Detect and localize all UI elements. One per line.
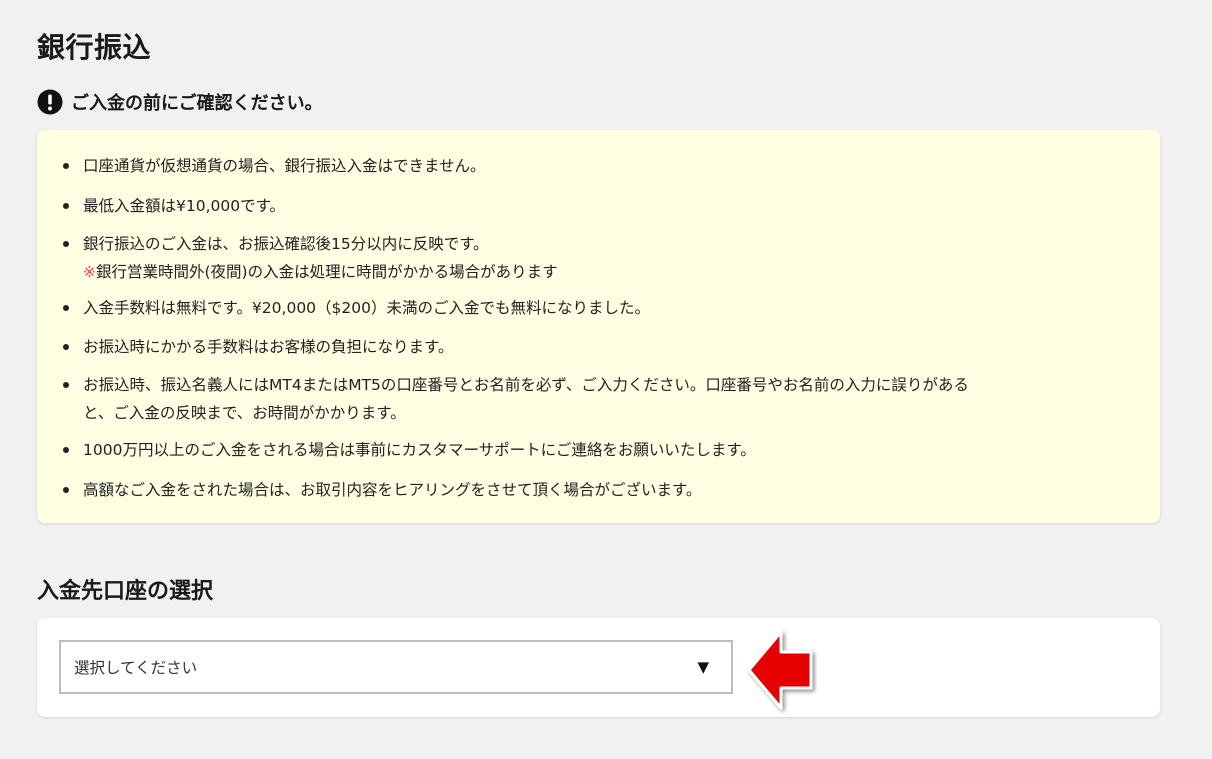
page-title: 銀行振込 — [37, 31, 152, 64]
notice-item-currency: 口座通貨が仮想通貨の場合、銀行振込入金はできません。 — [63, 152, 486, 180]
red-arrow-left-icon — [747, 630, 813, 710]
notice-item-minimum: 最低入金額は¥10,000です。 — [62, 192, 285, 220]
notice-item-reflection: 銀行振込のご入金は、お振込確認後15分以内に反映です。 ※銀行営業時間外(夜間)… — [63, 230, 558, 286]
account-select-value: 選択してください — [74, 659, 198, 677]
notice-heading: ご入金の前にご確認ください。 — [37, 89, 323, 115]
notice-item-remitter-name: お振込時、振込名義人にはMT4またはMT5の口座番号とお名前を必ず、ご入力くださ… — [63, 371, 969, 427]
notice-heading-text: ご入金の前にご確認ください。 — [71, 93, 323, 114]
caret-down-icon: ▼ — [697, 658, 709, 676]
account-select[interactable]: 選択してください ▼ — [59, 640, 733, 694]
notice-item-reflection-note: ※銀行営業時間外(夜間)の入金は処理に時間がかかる場合があります — [83, 263, 558, 281]
notice-box: 口座通貨が仮想通貨の場合、銀行振込入金はできません。 最低入金額は¥10,000… — [37, 130, 1160, 523]
notice-item-fee-free: 入金手数料は無料です。¥20,000（$200）未満のご入金でも無料になりました… — [63, 294, 650, 322]
notice-item-hearing: 高額なご入金をされた場合は、お取引内容をヒアリングをさせて頂く場合がございます。 — [62, 476, 701, 504]
exclamation-circle-icon — [37, 89, 63, 115]
account-section-title: 入金先口座の選択 — [37, 579, 214, 604]
notice-item-transfer-fee: お振込時にかかる手数料はお客様の負担になります。 — [62, 333, 453, 361]
account-select-card: 選択してください ▼ — [37, 618, 1160, 717]
notice-item-large-deposit: 1000万円以上のご入金をされる場合は事前にカスタマーサポートにご連絡をお願いい… — [63, 436, 756, 464]
